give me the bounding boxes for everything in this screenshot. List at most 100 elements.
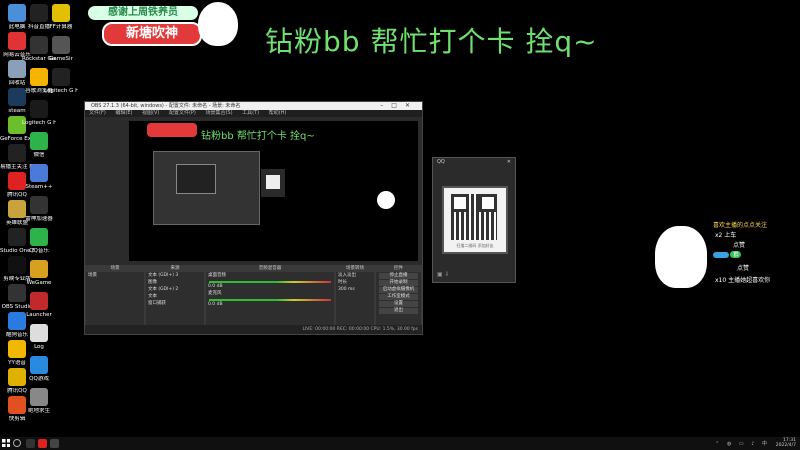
obs-titlebar[interactable]: OBS 27.1.3 (64-bit, windows) - 配置文件: 未命名… <box>85 102 422 110</box>
app-icon <box>30 228 48 246</box>
desktop-icon[interactable]: 绝地求生 <box>22 388 56 414</box>
desktop-icon-label: Steam++ <box>25 184 53 190</box>
source-item[interactable]: 文本 (GDI+) 3 <box>146 272 204 279</box>
source-item[interactable]: 文本 (GDI+) 2 <box>146 286 204 293</box>
menu-profile[interactable]: 配置文件(P) <box>169 110 196 116</box>
overlay-row-text: 主播她超喜欢你 <box>728 277 771 284</box>
virtual-camera-button[interactable]: 启动虚拟摄像机 <box>379 287 418 293</box>
menu-view[interactable]: 视图(V) <box>142 110 159 116</box>
desktop-icon[interactable]: Logitech G HUB <box>22 100 56 126</box>
desktop-icon[interactable]: GameSir <box>44 36 78 62</box>
app-icon <box>30 324 48 342</box>
obs-window[interactable]: OBS 27.1.3 (64-bit, windows) - 配置文件: 未命名… <box>84 101 423 335</box>
desktop-icon[interactable]: QQ音乐 <box>22 228 56 254</box>
controls-panel: 控件 停止直播 开始录制 启动虚拟摄像机 工作室模式 设置 退出 <box>375 265 422 327</box>
transition-duration-label: 时长 <box>338 280 347 285</box>
app-icon <box>30 132 48 150</box>
clock-date: 2022/4/7 <box>775 443 796 448</box>
thanks-banner: 感谢上周铁养员 新塘吹神 <box>78 2 248 46</box>
overlay-row-text: 点赞 <box>737 265 750 272</box>
desktop-icon[interactable]: Logitech G HUB <box>44 68 78 94</box>
task-view-icon[interactable] <box>26 439 35 448</box>
menu-edit[interactable]: 编辑(E) <box>115 110 132 116</box>
settings-button[interactable]: 设置 <box>379 301 418 307</box>
app-icon <box>30 164 48 182</box>
app-icon <box>30 100 48 118</box>
search-icon[interactable] <box>13 439 21 447</box>
desktop-icon[interactable]: Log <box>22 324 56 350</box>
mixer-channel-name: 麦克风 <box>208 291 222 296</box>
source-item[interactable]: 图像 <box>146 279 204 286</box>
desktop-icon[interactable]: QQ游戏 <box>22 356 56 382</box>
transitions-panel: 场景转场 淡入淡出 时长 300 ms <box>335 265 375 327</box>
desktop-icon-label: QQ音乐 <box>29 248 49 254</box>
overlay-row: x2 上车 <box>715 230 736 239</box>
preview-banner <box>147 123 197 137</box>
overlay-mascot <box>655 226 707 288</box>
preview-headline: 钻粉bb 帮忙打个卡 拴q~ <box>201 131 315 142</box>
desktop-icon-label: Launcher <box>26 312 52 318</box>
qr-footer-icons[interactable]: ▣ ⇩ <box>437 271 450 278</box>
app-icon <box>30 356 48 374</box>
mixer-channel-db: 0.0 dB <box>208 284 223 289</box>
desktop-icon[interactable]: FF计算器 <box>44 4 78 30</box>
desktop-icon-label: FF计算器 <box>49 24 73 30</box>
desktop-icon-label: WeGame <box>26 280 52 286</box>
start-recording-button[interactable]: 开始录制 <box>379 280 418 286</box>
source-item[interactable]: 窗口捕获 <box>146 300 204 307</box>
overlay-row: 群 <box>713 251 742 258</box>
controls-header: 控件 <box>376 266 421 272</box>
close-icon[interactable]: ✕ <box>507 158 511 167</box>
desktop-icon[interactable]: 雷神加速器 <box>22 196 56 222</box>
overlay-row-prefix: x2 <box>715 232 723 239</box>
mascot-image <box>198 2 238 46</box>
clock[interactable]: 17:31 2022/4/7 <box>776 438 796 448</box>
desktop-icon[interactable]: Launcher <box>22 292 56 318</box>
taskbar-app-icon[interactable] <box>50 439 59 448</box>
qr-titlebar[interactable]: QQ ✕ <box>433 158 515 167</box>
overlay-pill <box>713 252 729 258</box>
stop-stream-button[interactable]: 停止直播 <box>379 273 418 279</box>
mixer-panel: 音频混音器 桌面音频 0.0 dB 麦克风 0.0 dB <box>205 265 335 327</box>
qr-window[interactable]: QQ ✕ 扫描二维码 添加好友 ▣ ⇩ <box>432 157 516 283</box>
exit-button[interactable]: 退出 <box>379 308 418 314</box>
preview-nested-obs <box>153 151 260 225</box>
transition-duration[interactable]: 300 ms <box>336 286 374 293</box>
system-tray[interactable]: ⌃ ◍ ▭ ♪ 中 <box>715 440 770 447</box>
app-icon <box>30 196 48 214</box>
desktop-icon-label: Logitech G HUB <box>44 88 78 94</box>
qr-window-title: QQ <box>437 159 445 165</box>
menu-file[interactable]: 文件(F) <box>89 110 106 116</box>
overlay-row-text: 上车 <box>724 232 737 239</box>
mixer-channel-db: 0.0 dB <box>208 302 223 307</box>
obs-status-bar: LIVE: 00:00:00 REC: 00:00:00 CPU: 1.5%, … <box>85 325 422 334</box>
desktop-icon-label: 绝地求生 <box>27 408 50 414</box>
app-icon <box>30 388 48 406</box>
source-item[interactable]: 文本 <box>146 293 204 300</box>
app-icon <box>52 68 70 86</box>
overlay-row-text: 群 <box>730 251 742 258</box>
mixer-channel-name: 桌面音频 <box>208 273 226 278</box>
headline-text: 钻粉bb 帮忙打个卡 拴q~ <box>265 25 598 58</box>
obs-menubar: 文件(F) 编辑(E) 视图(V) 配置文件(P) 场景集合(S) 工具(T) … <box>85 110 422 117</box>
desktop-icon-label: 快剪辑 <box>8 416 26 422</box>
obs-preview[interactable]: 钻粉bb 帮忙打个卡 拴q~ <box>129 121 418 261</box>
app-icon <box>30 260 48 278</box>
scene-item[interactable]: 场景 <box>86 272 144 279</box>
windows-start-icon[interactable] <box>2 439 10 447</box>
menu-tools[interactable]: 工具(T) <box>242 110 259 116</box>
overlay-row-text: 点赞 <box>733 242 746 249</box>
menu-scene-collection[interactable]: 场景集合(S) <box>205 110 232 116</box>
studio-mode-button[interactable]: 工作室模式 <box>379 294 418 300</box>
window-controls[interactable]: –□✕ <box>380 102 418 110</box>
desktop-icon-label: 微信 <box>33 152 45 158</box>
overlay-row: x10 主播她超喜欢你 <box>715 275 770 284</box>
menu-help[interactable]: 帮助(H) <box>269 110 287 116</box>
qr-code-image <box>451 194 497 240</box>
transition-select[interactable]: 淡入淡出 <box>336 272 374 279</box>
desktop-icon[interactable]: WeGame <box>22 260 56 286</box>
desktop-icon[interactable]: Steam++ <box>22 164 56 190</box>
desktop-icon[interactable]: 微信 <box>22 132 56 158</box>
taskbar-app-icon[interactable] <box>38 439 47 448</box>
desktop-icon-label: GameSir <box>49 56 73 62</box>
